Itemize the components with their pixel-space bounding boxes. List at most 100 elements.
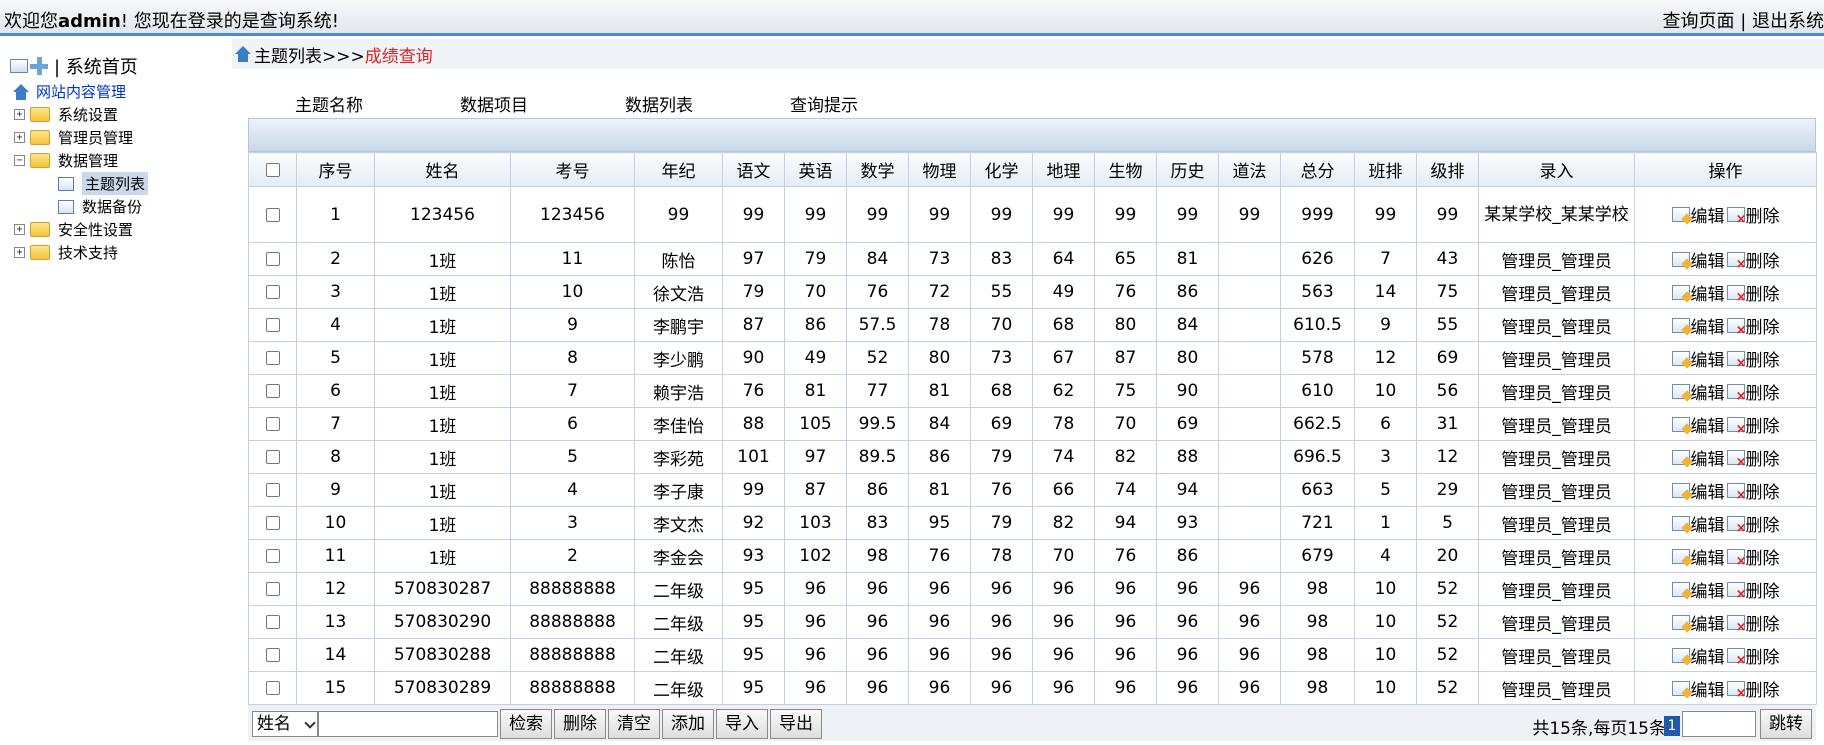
edit-icon[interactable] — [1671, 251, 1690, 267]
delete-link[interactable]: 删除 — [1725, 643, 1780, 668]
delete-icon[interactable] — [1726, 680, 1746, 701]
row-select-cell[interactable] — [248, 374, 297, 408]
delete-icon[interactable] — [1726, 581, 1746, 602]
edit-link[interactable]: 编辑 — [1671, 577, 1725, 602]
delete-link[interactable]: 删除 — [1725, 313, 1780, 338]
delete-icon[interactable] — [1726, 614, 1746, 635]
search-input[interactable] — [318, 711, 498, 737]
edit-link[interactable]: 编辑 — [1671, 346, 1725, 371]
delete-icon[interactable] — [1726, 317, 1746, 338]
row-select-cell[interactable] — [248, 638, 297, 672]
sidebar-item-data-management[interactable]: − 数据管理 — [14, 149, 148, 172]
delete-link[interactable]: 删除 — [1725, 676, 1780, 701]
delete-link[interactable]: 删除 — [1725, 202, 1780, 227]
row-select-cell[interactable] — [248, 473, 297, 507]
edit-link[interactable]: 编辑 — [1671, 610, 1725, 635]
row-checkbox[interactable] — [265, 450, 280, 464]
row-checkbox[interactable] — [265, 582, 280, 596]
delete-icon[interactable] — [1726, 482, 1746, 503]
page-number-input[interactable] — [1682, 711, 1756, 737]
edit-link[interactable]: 编辑 — [1671, 643, 1725, 668]
row-select-cell[interactable] — [248, 186, 297, 243]
edit-icon[interactable] — [1671, 416, 1690, 432]
row-select-cell[interactable] — [248, 242, 297, 276]
edit-icon[interactable] — [1671, 680, 1690, 696]
delete-icon[interactable] — [1726, 416, 1746, 437]
select-all-checkbox[interactable] — [265, 162, 280, 177]
clear-button[interactable]: 清空 — [608, 709, 660, 739]
delete-icon[interactable] — [1726, 647, 1746, 668]
edit-icon[interactable] — [1671, 383, 1690, 399]
expand-icon[interactable]: + — [14, 224, 25, 235]
row-select-cell[interactable] — [248, 605, 297, 639]
edit-link[interactable]: 编辑 — [1671, 478, 1725, 503]
row-select-cell[interactable] — [248, 539, 297, 573]
row-select-cell[interactable] — [248, 308, 297, 342]
row-checkbox[interactable] — [265, 516, 280, 530]
delete-icon[interactable] — [1726, 251, 1746, 272]
edit-link[interactable]: 编辑 — [1671, 280, 1725, 305]
row-checkbox[interactable] — [265, 681, 280, 695]
row-checkbox[interactable] — [265, 285, 280, 299]
edit-link[interactable]: 编辑 — [1671, 313, 1725, 338]
edit-icon[interactable] — [1671, 581, 1690, 597]
delete-icon[interactable] — [1726, 515, 1746, 536]
row-select-cell[interactable] — [248, 572, 297, 606]
edit-link[interactable]: 编辑 — [1671, 412, 1725, 437]
delete-link[interactable]: 删除 — [1725, 610, 1780, 635]
delete-link[interactable]: 删除 — [1725, 247, 1780, 272]
delete-link[interactable]: 删除 — [1725, 544, 1780, 569]
sidebar-item-data-backup[interactable]: 数据备份 — [14, 195, 148, 218]
edit-icon[interactable] — [1671, 647, 1690, 663]
delete-link[interactable]: 删除 — [1725, 478, 1780, 503]
sidebar-item-admin-management[interactable]: + 管理员管理 — [14, 126, 148, 149]
tab-data-items[interactable]: 数据项目 — [460, 91, 528, 116]
row-select-cell[interactable] — [248, 440, 297, 474]
delete-link[interactable]: 删除 — [1725, 577, 1780, 602]
edit-link[interactable]: 编辑 — [1671, 544, 1725, 569]
delete-icon[interactable] — [1726, 548, 1746, 569]
row-select-cell[interactable] — [248, 671, 297, 705]
expand-icon[interactable]: + — [14, 109, 25, 120]
row-checkbox[interactable] — [265, 483, 280, 497]
row-select-cell[interactable] — [248, 341, 297, 375]
edit-icon[interactable] — [1671, 284, 1690, 300]
edit-icon[interactable] — [1671, 317, 1690, 333]
row-checkbox[interactable] — [265, 648, 280, 662]
edit-icon[interactable] — [1671, 515, 1690, 531]
system-home-link[interactable]: | 系统首页 — [10, 53, 138, 79]
delete-link[interactable]: 删除 — [1725, 412, 1780, 437]
row-checkbox[interactable] — [265, 549, 280, 563]
edit-icon[interactable] — [1671, 614, 1690, 630]
delete-link[interactable]: 删除 — [1725, 346, 1780, 371]
edit-icon[interactable] — [1671, 482, 1690, 498]
search-field-select[interactable]: 姓名 — [252, 711, 318, 737]
tab-data-list[interactable]: 数据列表 — [625, 91, 693, 116]
select-all-cell[interactable] — [248, 152, 297, 187]
delete-icon[interactable] — [1726, 207, 1746, 227]
delete-link[interactable]: 删除 — [1725, 280, 1780, 305]
row-checkbox[interactable] — [265, 615, 280, 629]
sidebar-item-security-settings[interactable]: + 安全性设置 — [14, 218, 148, 241]
row-checkbox[interactable] — [265, 351, 280, 365]
edit-link[interactable]: 编辑 — [1671, 379, 1725, 404]
edit-icon[interactable] — [1671, 207, 1690, 222]
row-select-cell[interactable] — [248, 407, 297, 441]
delete-icon[interactable] — [1726, 449, 1746, 470]
header-links[interactable]: 查询页面 | 退出系统 — [1662, 7, 1824, 33]
delete-icon[interactable] — [1726, 383, 1746, 404]
edit-link[interactable]: 编辑 — [1671, 202, 1725, 227]
export-button[interactable]: 导出 — [770, 709, 822, 739]
breadcrumb-path[interactable]: 主题列表>>> — [254, 42, 365, 67]
edit-icon[interactable] — [1671, 350, 1690, 366]
import-button[interactable]: 导入 — [716, 709, 768, 739]
row-checkbox[interactable] — [265, 252, 280, 266]
edit-link[interactable]: 编辑 — [1671, 511, 1725, 536]
collapse-icon[interactable]: − — [14, 155, 25, 166]
add-icon[interactable] — [30, 57, 48, 75]
chevron-down-icon[interactable] — [304, 717, 316, 729]
delete-link[interactable]: 删除 — [1725, 445, 1780, 470]
row-checkbox[interactable] — [265, 384, 280, 398]
delete-icon[interactable] — [1726, 284, 1746, 305]
sidebar-item-system-settings[interactable]: + 系统设置 — [14, 103, 148, 126]
